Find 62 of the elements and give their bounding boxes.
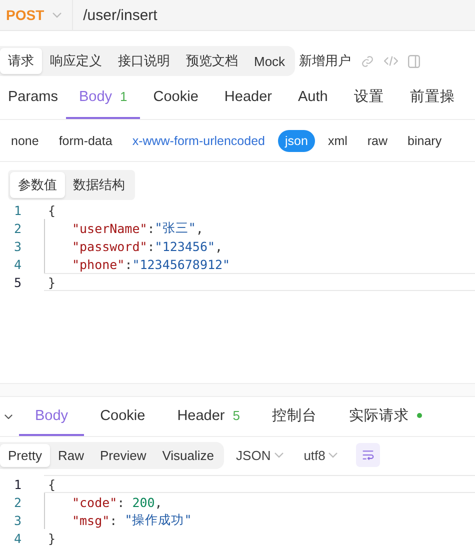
code-line: "code": 200,: [71, 494, 164, 511]
line-number: 5: [13, 274, 23, 290]
response-tab[interactable]: 控制台: [256, 397, 333, 436]
response-tab[interactable]: Header 5: [161, 397, 256, 436]
body-type-option[interactable]: raw: [360, 130, 395, 152]
doc-tab[interactable]: 预览文档: [178, 48, 246, 74]
request-tab[interactable]: Cookie: [140, 76, 212, 119]
code-line: "userName":"张三",: [71, 219, 204, 237]
body-type-option[interactable]: form-data: [52, 130, 120, 152]
line-number: 4: [13, 256, 23, 272]
request-tab[interactable]: 前置操: [396, 76, 468, 119]
code-line: }: [44, 273, 475, 291]
collapse-chevron-icon: [4, 414, 13, 420]
format-tab[interactable]: Raw: [50, 444, 92, 466]
tab-count: 5: [232, 408, 240, 423]
chevron-down-icon: [52, 12, 62, 18]
link-icon[interactable]: [361, 54, 374, 68]
api-name: 新增用户: [299, 52, 352, 70]
format-dropdown[interactable]: JSON: [228, 448, 292, 462]
chevron-down-icon: [328, 452, 338, 458]
url-field[interactable]: /user/insert: [73, 6, 158, 24]
response-tab[interactable]: Body: [19, 397, 84, 436]
code-line: {: [44, 475, 475, 493]
body-type-option[interactable]: xml: [320, 130, 354, 152]
code-icon[interactable]: [384, 55, 398, 67]
panel-icon[interactable]: [408, 54, 420, 68]
line-number: 3: [13, 238, 23, 254]
doc-tab[interactable]: 响应定义: [42, 48, 110, 74]
doc-tab[interactable]: 请求: [0, 48, 42, 74]
line-number: 3: [13, 512, 23, 528]
response-tab[interactable]: Cookie: [84, 397, 162, 436]
request-tab[interactable]: Body 1: [66, 76, 140, 119]
body-type-option[interactable]: x-www-form-urlencoded: [125, 130, 272, 152]
request-tab[interactable]: Params: [0, 76, 66, 119]
code-line: "phone":"12345678912": [71, 256, 232, 273]
line-number: 2: [13, 220, 23, 236]
view-toggle-tab[interactable]: 数据结构: [65, 172, 133, 198]
code-line: "msg": "操作成功": [71, 511, 193, 529]
wrap-lines-icon: [362, 449, 374, 461]
body-type-option[interactable]: none: [4, 130, 46, 152]
format-tab[interactable]: Visualize: [154, 444, 222, 466]
request-tab[interactable]: Header: [211, 76, 285, 119]
format-tab[interactable]: Pretty: [0, 444, 50, 466]
request-tab[interactable]: 设置: [340, 76, 397, 119]
line-number: 2: [13, 494, 23, 510]
code-line: "password":"123456",: [71, 238, 224, 255]
line-number: 1: [13, 476, 23, 492]
tab-count: 1: [120, 89, 128, 104]
chevron-down-icon: [274, 452, 284, 458]
code-line: {: [47, 202, 57, 219]
body-type-option[interactable]: binary: [400, 130, 449, 152]
request-tab[interactable]: Auth: [284, 76, 341, 119]
code-line: }: [47, 530, 57, 547]
doc-tab[interactable]: 接口说明: [110, 48, 178, 74]
encoding-dropdown[interactable]: utf8: [296, 448, 346, 462]
line-number: 1: [13, 202, 23, 218]
view-toggle-tab[interactable]: 参数值: [10, 172, 65, 198]
response-tab[interactable]: 实际请求: [333, 397, 438, 436]
line-number: 4: [13, 530, 23, 546]
format-tab[interactable]: Preview: [92, 444, 154, 466]
wrap-lines-button[interactable]: [356, 443, 380, 467]
doc-tab[interactable]: Mock: [246, 48, 294, 74]
